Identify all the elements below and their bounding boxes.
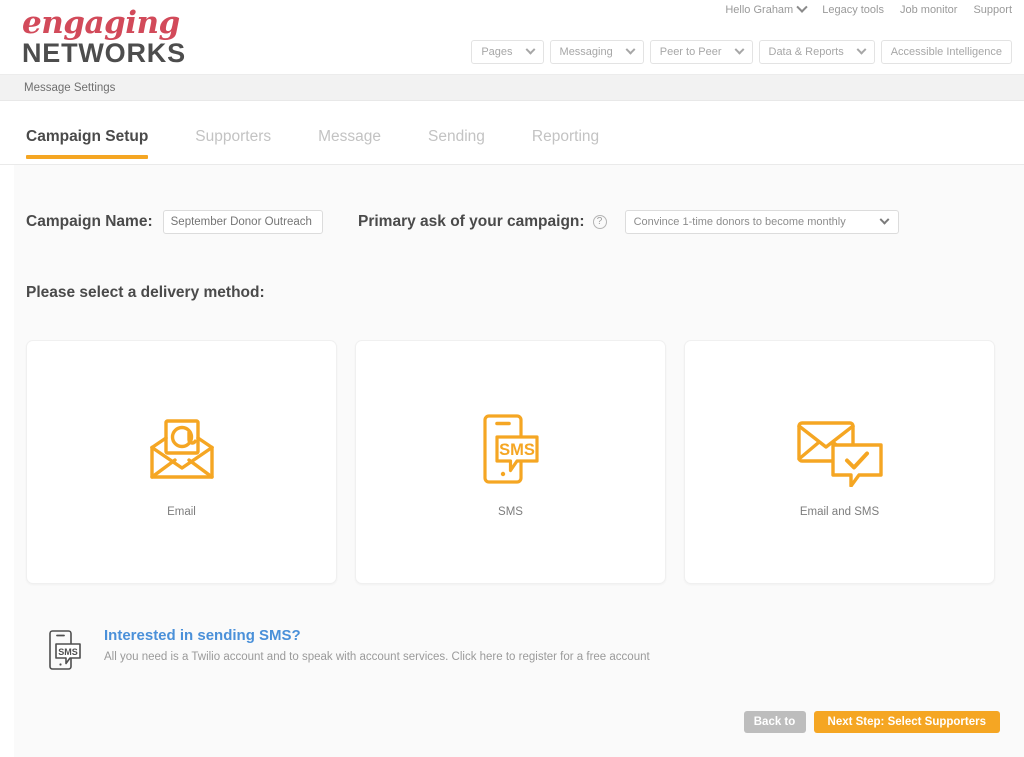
sms-phone-bubble-icon: SMS [473,406,549,492]
footer-actions: Back to Next Step: Select Supporters [743,711,1000,733]
sms-phone-small-icon: SMS [46,627,88,676]
nav-button-messaging[interactable]: Messaging [549,40,644,64]
nav-job-monitor-label: Job monitor [899,4,958,16]
tab-sending-label: Sending [428,128,485,145]
campaign-name-input[interactable] [162,210,323,234]
delivery-card-email-label: Email [167,506,196,518]
chevron-down-icon [856,44,867,55]
tab-bar: Campaign Setup Supporters Message Sendin… [0,101,1024,165]
breadcrumb-label: Message Settings [24,82,116,94]
primary-ask-row: Primary ask of your campaign: ? Convince… [358,210,899,234]
sms-promo: SMS Interested in sending SMS? All you n… [46,627,650,676]
nav-button-pages[interactable]: Pages [471,40,544,64]
chevron-down-icon [734,44,744,55]
left-rail [0,165,14,757]
tab-message[interactable]: Message [318,101,381,165]
breadcrumb: Message Settings [0,74,1024,101]
sms-promo-title[interactable]: Interested in sending SMS? [104,627,650,644]
email-envelope-at-icon [144,406,220,492]
tab-reporting[interactable]: Reporting [532,101,599,165]
delivery-card-email[interactable]: Email [26,340,337,584]
nav-button-accessible-intelligence[interactable]: Accessible Intelligence [880,40,1012,64]
user-menu[interactable]: Hello Graham [725,1,808,16]
utility-nav: Hello Graham Legacy tools Job monitor Su… [725,1,1012,16]
main-nav: Pages Messaging Peer to Peer Data & Repo… [471,40,1012,64]
campaign-name-row: Campaign Name: [26,210,323,234]
masthead: engaging NETWORKS Hello Graham Legacy to… [0,0,1024,74]
delivery-card-email-and-sms-label: Email and SMS [799,506,880,518]
campaign-name-label: Campaign Name: [26,213,153,230]
tab-reporting-label: Reporting [531,128,600,145]
svg-text:SMS: SMS [499,441,535,459]
tab-campaign-setup-label: Campaign Setup [26,128,149,145]
delivery-method-cards: Email SMS SMS Email and SMS [26,340,995,584]
user-greeting-label: Hello Graham [725,4,794,16]
chevron-down-icon [879,214,890,225]
delivery-card-sms[interactable]: SMS SMS [355,340,666,584]
nav-legacy-tools-label: Legacy tools [822,4,884,16]
nav-button-accessible-intelligence-label: Accessible Intelligence [890,46,1002,58]
tab-supporters-label: Supporters [195,128,272,145]
primary-ask-label: Primary ask of your campaign: [358,213,585,230]
tab-sending[interactable]: Sending [428,101,485,165]
nav-button-peer-to-peer-label: Peer to Peer [659,46,722,58]
delivery-method-heading: Please select a delivery method: [26,284,265,301]
help-icon[interactable]: ? [592,215,607,229]
back-button[interactable]: Back to [743,711,806,733]
nav-button-messaging-label: Messaging [559,46,613,58]
app-root: engaging NETWORKS Hello Graham Legacy to… [0,0,1024,757]
nav-button-peer-to-peer[interactable]: Peer to Peer [649,40,753,64]
tab-campaign-setup[interactable]: Campaign Setup [26,101,149,165]
nav-job-monitor[interactable]: Job monitor [900,4,957,16]
main-content: Campaign Name: Primary ask of your campa… [0,165,1024,757]
svg-text:SMS: SMS [58,647,78,657]
nav-legacy-tools[interactable]: Legacy tools [822,4,884,16]
nav-support[interactable]: Support [973,4,1012,16]
primary-ask-select[interactable]: Convince 1-time donors to become monthly [624,210,899,234]
nav-button-data-reports-label: Data & Reports [768,46,844,58]
chevron-down-icon [625,44,636,55]
nav-support-label: Support [973,4,1012,16]
delivery-card-email-and-sms[interactable]: Email and SMS [684,340,995,584]
sms-promo-subtitle[interactable]: All you need is a Twilio account and to … [104,651,650,663]
primary-ask-selected-value: Convince 1-time donors to become monthly [633,216,846,228]
tab-message-label: Message [318,128,382,145]
brand-logo[interactable]: engaging NETWORKS [22,5,186,68]
email-sms-check-icon [793,406,887,492]
chevron-down-icon [796,1,808,13]
chevron-down-icon [525,44,535,55]
tab-supporters[interactable]: Supporters [195,101,271,165]
delivery-card-sms-label: SMS [498,506,523,518]
logo-text-engaging: engaging [22,5,180,41]
nav-button-data-reports[interactable]: Data & Reports [758,40,875,64]
logo-text-networks: NETWORKS [22,38,186,68]
next-step-button[interactable]: Next Step: Select Supporters [813,711,1000,733]
nav-button-pages-label: Pages [481,46,513,58]
